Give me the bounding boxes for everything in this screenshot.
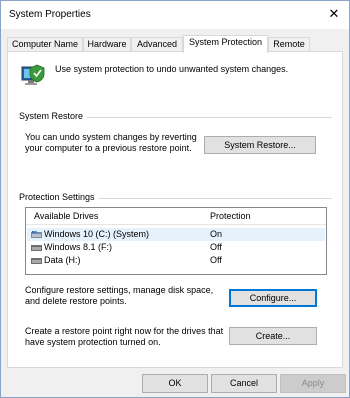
tab-advanced[interactable]: Advanced <box>131 37 183 52</box>
drive-icon <box>31 258 42 264</box>
close-button[interactable]: ✕ <box>323 4 345 24</box>
drive-row[interactable]: Windows 8.1 (F:) Off <box>27 241 325 254</box>
ok-button[interactable]: OK <box>142 374 208 393</box>
system-properties-window: System Properties ✕ Computer Name Hardwa… <box>0 0 350 398</box>
window-title: System Properties <box>9 9 91 20</box>
drives-list[interactable]: Available Drives Protection Windows 10 (… <box>25 207 327 275</box>
tab-hardware[interactable]: Hardware <box>83 37 131 52</box>
title-bar: System Properties ✕ <box>1 1 349 29</box>
system-restore-description: You can undo system changes by reverting… <box>25 132 197 153</box>
drive-protection-status: Off <box>210 255 222 265</box>
drive-icon <box>31 245 42 251</box>
available-drives-column-header[interactable]: Available Drives <box>34 208 98 225</box>
drive-name: Data (H:) <box>44 255 81 265</box>
tab-computer-name[interactable]: Computer Name <box>7 37 83 52</box>
create-description: Create a restore point right now for the… <box>25 326 224 347</box>
system-restore-title: System Restore <box>19 111 88 121</box>
intro-text: Use system protection to undo unwanted s… <box>55 64 289 74</box>
drive-row[interactable]: Data (H:) Off <box>27 254 325 267</box>
apply-button[interactable]: Apply <box>280 374 346 393</box>
system-drive-icon <box>31 231 42 238</box>
protection-column-header[interactable]: Protection <box>210 208 251 225</box>
drive-protection-status: Off <box>210 242 222 252</box>
drives-list-header: Available Drives Protection <box>26 208 326 225</box>
configure-button[interactable]: Configure... <box>229 289 317 307</box>
tab-remote[interactable]: Remote <box>268 37 310 52</box>
system-protection-icon <box>21 64 45 85</box>
create-button[interactable]: Create... <box>229 327 317 345</box>
drive-protection-status: On <box>210 229 223 239</box>
tab-strip: Computer Name Hardware Advanced System P… <box>7 35 345 53</box>
drive-row[interactable]: Windows 10 (C:) (System) On <box>27 228 325 241</box>
configure-description: Configure restore settings, manage disk … <box>25 285 214 306</box>
drive-name: Windows 8.1 (F:) <box>44 242 113 252</box>
drive-name: Windows 10 (C:) (System) <box>44 229 150 239</box>
protection-settings-title: Protection Settings <box>19 192 99 202</box>
system-protection-panel: Use system protection to undo unwanted s… <box>7 51 343 368</box>
tab-system-protection[interactable]: System Protection <box>183 35 268 53</box>
system-restore-button[interactable]: System Restore... <box>204 136 316 154</box>
cancel-button[interactable]: Cancel <box>211 374 277 393</box>
